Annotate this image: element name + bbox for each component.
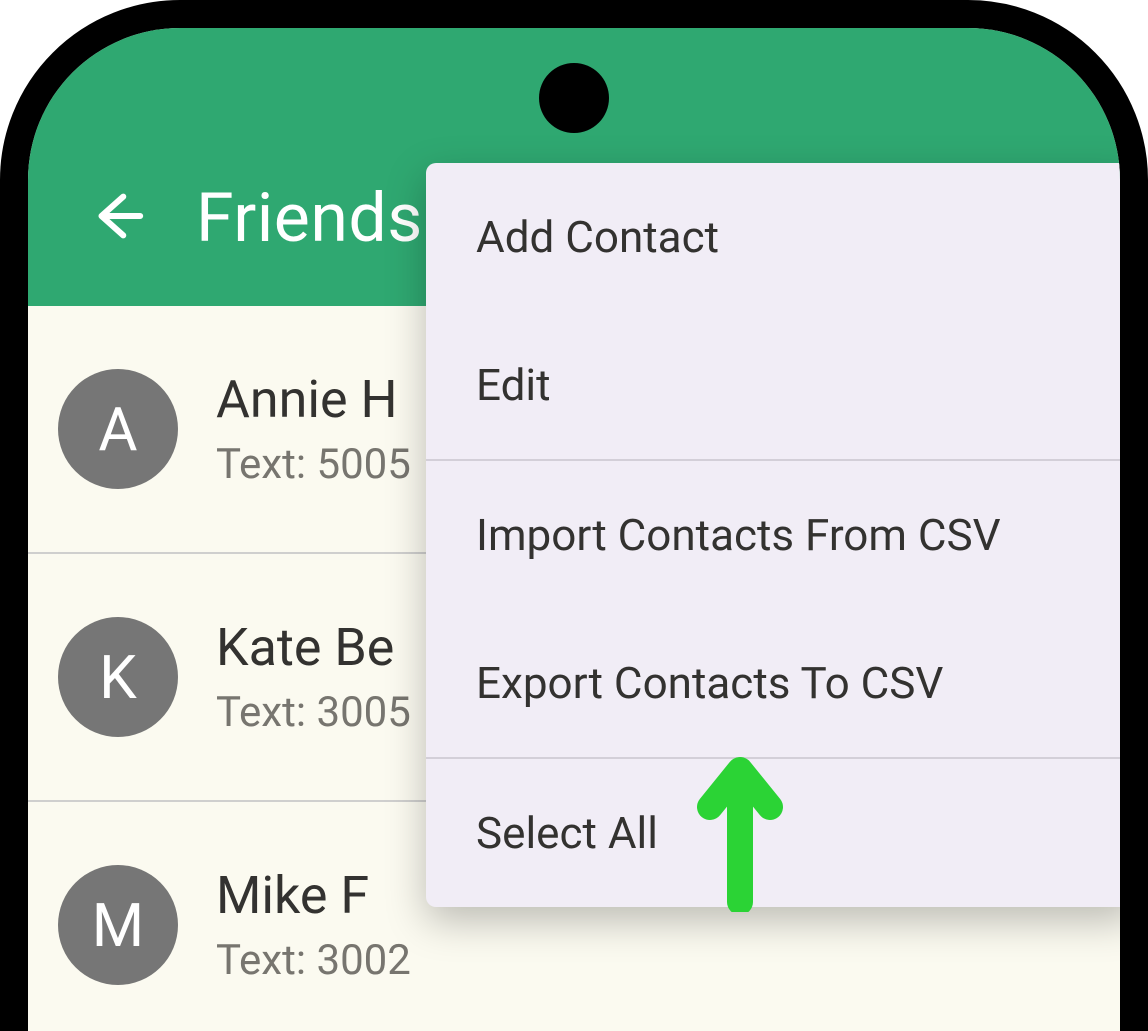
menu-item-edit[interactable]: Edit [426, 311, 1120, 459]
contact-subtext: Text: 5005 [216, 440, 411, 489]
camera-hole-icon [539, 63, 609, 133]
avatar-initial: A [98, 394, 137, 465]
contact-name: Mike F [216, 865, 411, 926]
avatar: A [58, 369, 178, 489]
menu-item-label: Edit [476, 359, 551, 411]
phone-screen: Friends A Annie H Text: 5005 K Kate Be T… [28, 28, 1120, 1031]
avatar: M [58, 865, 178, 985]
menu-item-add-contact[interactable]: Add Contact [426, 163, 1120, 311]
arrow-left-icon [87, 187, 145, 249]
contact-subtext: Text: 3002 [216, 936, 411, 985]
menu-item-export-csv[interactable]: Export Contacts To CSV [426, 609, 1120, 757]
menu-item-import-csv[interactable]: Import Contacts From CSV [426, 461, 1120, 609]
overflow-menu: Add Contact Edit Import Contacts From CS… [426, 163, 1120, 907]
page-title: Friends [196, 178, 423, 258]
avatar-initial: M [92, 890, 144, 961]
avatar-initial: K [99, 642, 137, 713]
contact-name: Annie H [216, 369, 411, 430]
contact-texts: Mike F Text: 3002 [216, 865, 411, 985]
avatar: K [58, 617, 178, 737]
menu-item-label: Import Contacts From CSV [476, 509, 1001, 561]
menu-item-select-all[interactable]: Select All [426, 759, 1120, 907]
contact-subtext: Text: 3005 [216, 688, 411, 737]
contact-texts: Annie H Text: 5005 [216, 369, 411, 489]
menu-item-label: Add Contact [476, 211, 719, 263]
contact-texts: Kate Be Text: 3005 [216, 617, 411, 737]
menu-item-label: Select All [476, 807, 658, 859]
back-button[interactable] [76, 178, 156, 258]
menu-item-label: Export Contacts To CSV [476, 657, 943, 709]
contact-name: Kate Be [216, 617, 411, 678]
